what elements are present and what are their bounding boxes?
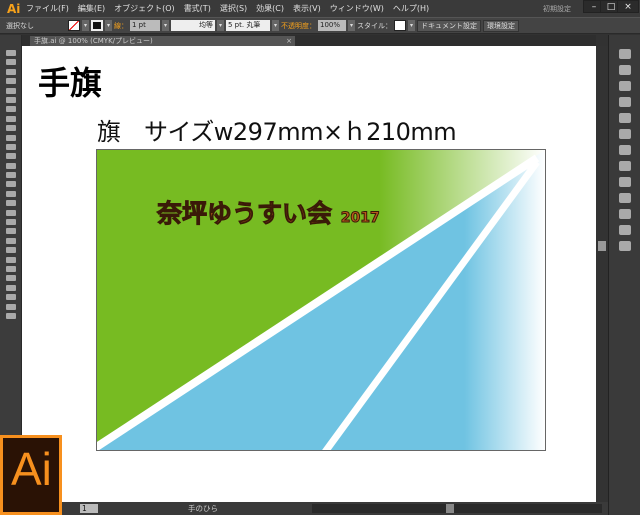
gradient-tool-icon[interactable] [5, 228, 16, 235]
vertical-scrollbar[interactable] [596, 46, 608, 502]
line-tool-icon[interactable] [5, 106, 16, 113]
rectangle-tool-icon[interactable] [5, 115, 16, 122]
horizontal-scrollbar[interactable] [312, 504, 602, 513]
flag-year: 2017 [340, 210, 380, 227]
tab-close-icon[interactable]: × [286, 36, 292, 46]
pencil-tool-icon[interactable] [5, 134, 16, 141]
tools-panel [0, 35, 22, 440]
menu-file[interactable]: ファイル(F) [26, 3, 69, 14]
selection-status: 選択なし [6, 21, 34, 30]
graph-tool-icon[interactable] [5, 265, 16, 272]
swatches-icon[interactable] [618, 49, 631, 59]
mesh-tool-icon[interactable] [5, 219, 16, 226]
flag-title: 奈坪ゆうすい会 [156, 199, 333, 229]
size-text: 旗 サイズw297mm×ｈ210mm [97, 118, 457, 146]
free-transform-tool-icon[interactable] [5, 190, 16, 197]
align-icon[interactable] [618, 225, 631, 235]
fill-swatch[interactable] [68, 20, 80, 31]
scroll-thumb[interactable] [446, 504, 454, 513]
brushes-icon[interactable] [618, 65, 631, 75]
document-setup-button[interactable]: ドキュメント設定 [417, 19, 481, 32]
type-tool-icon[interactable] [5, 96, 16, 103]
scale-tool-icon[interactable] [5, 172, 16, 179]
menu-object[interactable]: オブジェクト(O) [114, 3, 175, 14]
menu-effect[interactable]: 効果(C) [256, 3, 284, 14]
transparency-icon[interactable] [618, 129, 631, 139]
chevron-down-icon[interactable]: ▾ [162, 20, 169, 31]
blend-tool-icon[interactable] [5, 247, 16, 254]
stroke-style-select[interactable]: 均等 [171, 20, 215, 31]
selection-tool-icon[interactable] [5, 50, 16, 56]
workspace-switcher[interactable]: 初期設定 [543, 4, 571, 14]
magic-wand-tool-icon[interactable] [5, 68, 16, 75]
status-bar: 1 手のひら [62, 502, 608, 515]
pathfinder-icon[interactable] [618, 241, 631, 251]
menu-edit[interactable]: 編集(E) [78, 3, 105, 14]
style-label: スタイル： [357, 21, 392, 30]
style-swatch[interactable] [394, 20, 406, 31]
chevron-down-icon[interactable]: ▾ [348, 20, 355, 31]
brush-select[interactable]: 5 pt. 丸筆 [226, 20, 270, 31]
rotate-tool-icon[interactable] [5, 162, 16, 169]
stroke-weight-input[interactable]: 1 pt [130, 20, 160, 31]
symbol-sprayer-tool-icon[interactable] [5, 256, 16, 263]
flag-lettering: 奈坪ゆうすい会 2017 [156, 194, 380, 230]
zoom-tool-icon[interactable] [5, 303, 16, 310]
shape-builder-tool-icon[interactable] [5, 200, 16, 207]
control-bar: 選択なし ▾ ▾ 線： 1 pt ▾ 均等 ▾ 5 pt. 丸筆 ▾ 不透明度： 10… [0, 17, 640, 34]
stroke-swatch[interactable] [91, 20, 103, 31]
width-tool-icon[interactable] [5, 181, 16, 188]
blob-brush-tool-icon[interactable] [5, 143, 16, 150]
current-tool-status[interactable]: 手のひら [188, 503, 218, 514]
layers-icon[interactable] [618, 177, 631, 187]
chevron-down-icon[interactable]: ▾ [217, 20, 224, 31]
opacity-label: 不透明度： [281, 21, 316, 30]
document-tab[interactable]: 手旗.ai @ 100% (CMYK/プレビュー) × [30, 36, 295, 46]
artboard-number-input[interactable]: 1 [80, 504, 98, 513]
gradient-icon[interactable] [618, 113, 631, 123]
direct-selection-tool-icon[interactable] [5, 59, 16, 66]
document-tab-title: 手旗.ai @ 100% (CMYK/プレビュー) [34, 37, 153, 45]
artboard-tool-icon[interactable] [5, 275, 16, 282]
flag-artwork[interactable]: 奈坪ゆうすい会 2017 [92, 149, 546, 455]
appearance-icon[interactable] [618, 145, 631, 155]
symbols-icon[interactable] [618, 81, 631, 91]
menu-help[interactable]: ヘルプ(H) [393, 3, 429, 14]
transform-icon[interactable] [618, 209, 631, 219]
chevron-down-icon[interactable]: ▾ [105, 20, 112, 31]
chevron-down-icon[interactable]: ▾ [272, 20, 279, 31]
menu-window[interactable]: ウィンドウ(W) [330, 3, 384, 14]
stroke-label: 線： [114, 21, 128, 30]
slice-tool-icon[interactable] [5, 284, 16, 291]
lasso-tool-icon[interactable] [5, 78, 16, 85]
scroll-thumb[interactable] [598, 241, 606, 251]
opacity-input[interactable]: 100% [318, 20, 346, 31]
pen-tool-icon[interactable] [5, 87, 16, 94]
illustrator-logo: Ai [0, 435, 62, 515]
close-button[interactable]: × [617, 0, 639, 13]
menu-bar: Ai ファイル(F) 編集(E) オブジェクト(O) 書式(T) 選択(S) 効… [0, 0, 640, 17]
eyedropper-tool-icon[interactable] [5, 237, 16, 244]
app-logo: Ai [7, 1, 21, 16]
artboards-icon[interactable] [618, 193, 631, 203]
eraser-tool-icon[interactable] [5, 153, 16, 160]
panel-dock [608, 35, 640, 515]
stroke-icon[interactable] [618, 97, 631, 107]
menu-select[interactable]: 選択(S) [220, 3, 247, 14]
graphic-styles-icon[interactable] [618, 161, 631, 171]
document-tab-bar: 手旗.ai @ 100% (CMYK/プレビュー) × [22, 35, 596, 46]
menu-view[interactable]: 表示(V) [293, 3, 321, 14]
fill-stroke-icon[interactable] [5, 312, 16, 319]
artboard-heading: 手旗 [38, 64, 103, 102]
hand-tool-icon[interactable] [5, 294, 16, 301]
paintbrush-tool-icon[interactable] [5, 125, 16, 132]
menu-type[interactable]: 書式(T) [184, 3, 211, 14]
perspective-grid-tool-icon[interactable] [5, 209, 16, 216]
preferences-button[interactable]: 環境設定 [483, 19, 519, 32]
chevron-down-icon[interactable]: ▾ [82, 20, 89, 31]
chevron-down-icon[interactable]: ▾ [408, 20, 415, 31]
